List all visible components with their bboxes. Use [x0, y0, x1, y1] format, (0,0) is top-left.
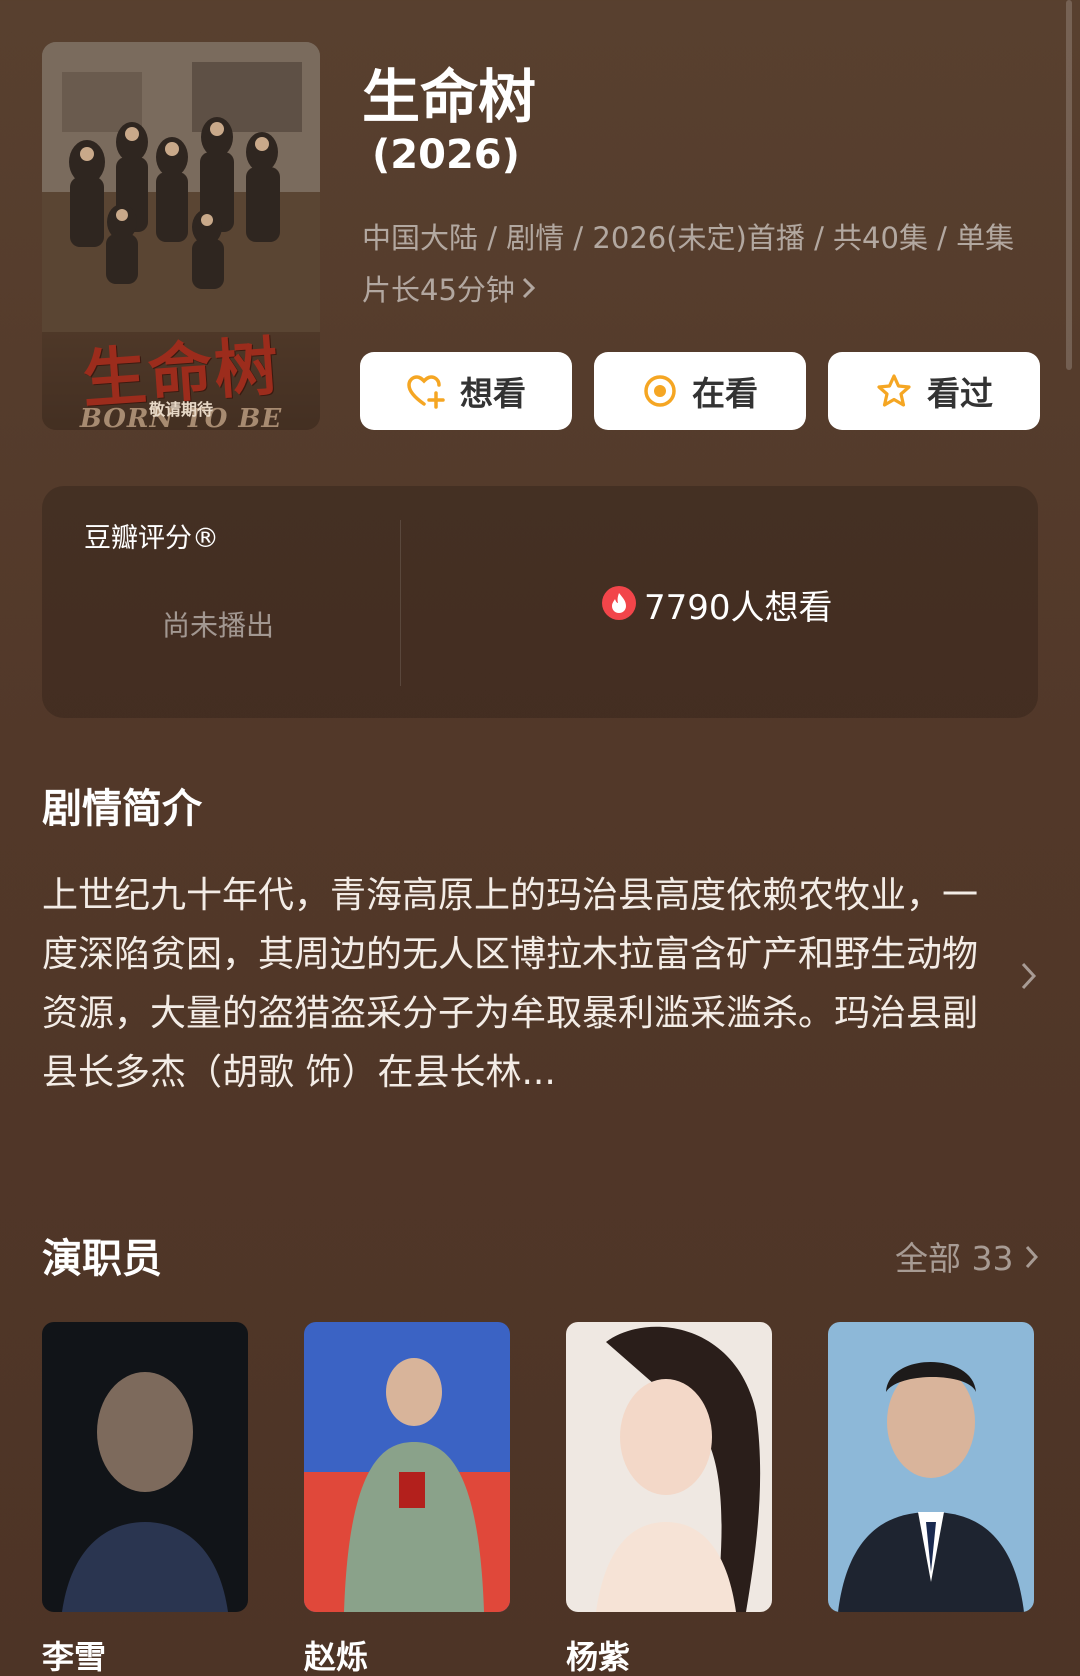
cast-list: 李雪 赵烁 杨紫 — [42, 1322, 1034, 1676]
want-button[interactable]: 想看 — [360, 352, 572, 430]
divider — [400, 520, 401, 686]
cast-member[interactable] — [828, 1322, 1034, 1676]
cast-heading: 演职员 — [42, 1236, 162, 1282]
star-icon — [875, 373, 913, 409]
show-meta-text: 中国大陆 / 剧情 / 2026(未定)首播 / 共40集 / 单集片长45分钟 — [362, 221, 1015, 307]
show-year: (2026) — [372, 132, 520, 178]
cast-member[interactable]: 李雪 — [42, 1322, 248, 1676]
poster-image[interactable]: 生命树 BORN TO BE ALIVE 敬请期待 — [42, 42, 320, 430]
synopsis-text[interactable]: 上世纪九十年代，青海高原上的玛治县高度依赖农牧业，一度深陷贫困，其周边的无人区博… — [42, 866, 1002, 1102]
cast-name: 李雪 — [42, 1638, 107, 1676]
want-label: 想看 — [460, 374, 526, 413]
cast-all-label: 全部 33 — [895, 1239, 1014, 1278]
cast-name: 赵烁 — [304, 1638, 369, 1676]
show-meta[interactable]: 中国大陆 / 剧情 / 2026(未定)首播 / 共40集 / 单集片长45分钟 — [362, 212, 1022, 316]
cast-photo — [566, 1322, 772, 1612]
cast-member[interactable]: 赵烁 — [304, 1322, 510, 1676]
chevron-right-icon[interactable] — [1020, 960, 1038, 1000]
watching-label: 在看 — [692, 374, 758, 413]
cast-name: 杨紫 — [566, 1638, 631, 1676]
synopsis-heading: 剧情简介 — [42, 786, 202, 832]
cast-member[interactable]: 杨紫 — [566, 1322, 772, 1676]
rating-card[interactable]: 豆瓣评分® 尚未播出 7790人想看 — [42, 486, 1038, 718]
poster-tag: 敬请期待 — [148, 400, 213, 419]
chevron-right-icon — [1024, 1239, 1040, 1278]
action-buttons: 想看 在看 看过 — [360, 352, 1040, 430]
show-title: 生命树 — [362, 63, 537, 131]
rating-status: 尚未播出 — [162, 609, 275, 642]
rating-label: 豆瓣评分® — [84, 523, 219, 554]
scrollbar[interactable] — [1066, 0, 1072, 370]
chevron-right-icon — [521, 264, 537, 316]
heart-plus-icon — [406, 373, 446, 409]
cast-photo — [42, 1322, 248, 1612]
want-count-wrap: 7790人想看 — [600, 580, 833, 629]
cast-photo — [828, 1322, 1034, 1612]
watched-button[interactable]: 看过 — [828, 352, 1040, 430]
watched-label: 看过 — [927, 374, 993, 413]
cast-all-link[interactable]: 全部 33 — [895, 1232, 1040, 1280]
want-count: 7790人想看 — [644, 588, 833, 628]
watching-button[interactable]: 在看 — [594, 352, 806, 430]
fire-icon — [600, 584, 638, 626]
cast-photo — [304, 1322, 510, 1612]
target-icon — [642, 373, 678, 409]
